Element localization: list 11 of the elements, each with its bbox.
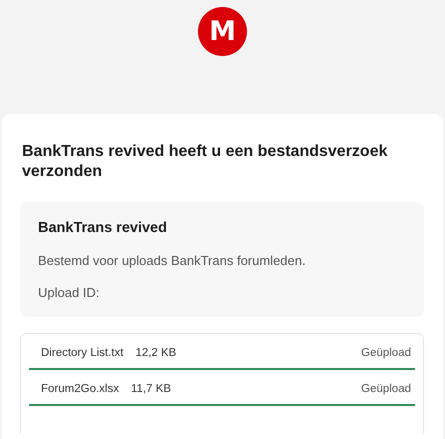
file-size: 11,7 KB: [130, 383, 172, 395]
file-name: Directory List.txt: [41, 347, 124, 359]
description-text: Bestemd voor uploads BankTrans forumleden.: [38, 253, 307, 268]
logo-icon: M: [198, 7, 247, 56]
upload-status: Geüpload: [361, 347, 411, 359]
request-title: BankTrans revived heeft u een bestandsverzoek verzonden: [22, 142, 388, 182]
file-name: Forum2Go.xlsx: [41, 383, 119, 395]
requester-name: BankTrans revived: [38, 220, 168, 236]
upload-status: Geüpload: [361, 383, 411, 395]
file-size: 12,2 KB: [135, 347, 178, 359]
upload-id-label: Upload ID:: [38, 285, 100, 300]
